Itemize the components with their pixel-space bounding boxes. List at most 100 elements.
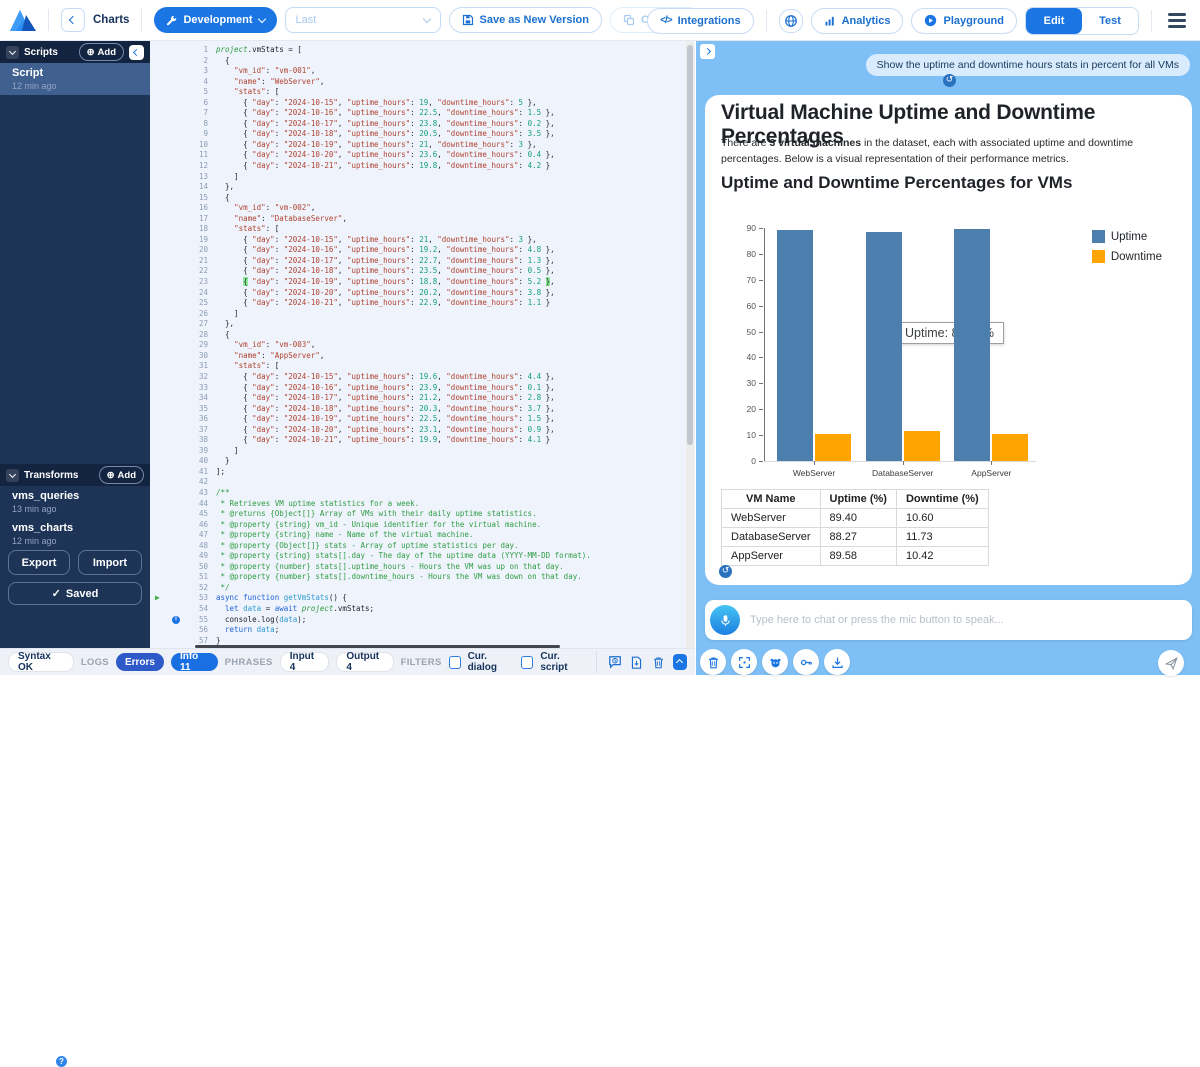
code-line[interactable]: 30 "name": "AppServer", xyxy=(150,351,695,362)
code-line[interactable]: 4 "name": "WebServer", xyxy=(150,77,695,88)
code-line[interactable]: 14 }, xyxy=(150,182,695,193)
code-line[interactable]: 41]; xyxy=(150,467,695,478)
globe-button[interactable] xyxy=(779,9,803,33)
code-line[interactable]: 48 * @property {Object[]} stats - Array … xyxy=(150,541,695,552)
cur-script-checkbox[interactable] xyxy=(521,656,533,669)
uptime-bar-appserver[interactable] xyxy=(954,229,990,461)
version-select[interactable]: Last xyxy=(285,7,441,33)
code-line[interactable]: 6 { "day": "2024-10-15", "uptime_hours":… xyxy=(150,98,695,109)
code-line[interactable]: 51 * @property {number} stats[].downtime… xyxy=(150,572,695,583)
editor-vertical-scrollbar[interactable] xyxy=(686,41,694,648)
chat-send-button[interactable] xyxy=(1158,650,1184,676)
dialog-history-button[interactable] xyxy=(608,654,622,670)
code-line[interactable]: 54 let data = await project.vmStats; xyxy=(150,604,695,615)
chat-download-button[interactable] xyxy=(824,649,850,675)
code-line[interactable]: 13 ] xyxy=(150,172,695,183)
code-line[interactable]: 46 * @property {string} vm_id - Unique i… xyxy=(150,520,695,531)
import-button[interactable]: Import ? xyxy=(78,550,142,575)
code-line[interactable]: 18 "stats": [ xyxy=(150,224,695,235)
sidebar-item-vms-queries[interactable]: vms_queries13 min ago xyxy=(0,486,150,518)
code-line[interactable]: 24 { "day": "2024-10-20", "uptime_hours"… xyxy=(150,288,695,299)
transforms-collapse-icon[interactable] xyxy=(6,469,19,482)
uptime-bar-databaseserver[interactable] xyxy=(866,232,902,461)
code-line[interactable]: 11 { "day": "2024-10-20", "uptime_hours"… xyxy=(150,150,695,161)
code-line[interactable]: 42 xyxy=(150,477,695,488)
code-line[interactable]: 38 { "day": "2024-10-21", "uptime_hours"… xyxy=(150,435,695,446)
uptime-bar-webserver[interactable] xyxy=(777,230,813,461)
save-as-new-version-button[interactable]: Save as New Version xyxy=(449,7,602,33)
input-count-pill[interactable]: Input 4 xyxy=(280,652,330,672)
add-script-button[interactable]: ⊕Add xyxy=(79,43,124,61)
collapse-panel-button[interactable] xyxy=(673,654,687,670)
breadcrumb[interactable]: Charts xyxy=(93,14,129,26)
code-line[interactable]: ▶53async function getVmStats() { xyxy=(150,593,695,604)
info-line-icon[interactable]: i xyxy=(172,616,180,624)
output-count-pill[interactable]: Output 4 xyxy=(336,652,393,672)
code-line[interactable]: 5 "stats": [ xyxy=(150,87,695,98)
message-undo-button[interactable]: ↺ xyxy=(943,74,956,87)
code-line[interactable]: 12 { "day": "2024-10-21", "uptime_hours"… xyxy=(150,161,695,172)
code-line[interactable]: 9 { "day": "2024-10-18", "uptime_hours":… xyxy=(150,129,695,140)
export-log-button[interactable] xyxy=(630,654,644,670)
code-line[interactable]: 3 "vm_id": "vm-001", xyxy=(150,66,695,77)
code-line[interactable]: 33 { "day": "2024-10-16", "uptime_hours"… xyxy=(150,383,695,394)
code-line[interactable]: 39 ] xyxy=(150,446,695,457)
tab-test[interactable]: Test xyxy=(1082,8,1138,34)
code-line[interactable]: 20 { "day": "2024-10-16", "uptime_hours"… xyxy=(150,245,695,256)
add-transform-button[interactable]: ⊕Add xyxy=(99,466,144,484)
development-mode-button[interactable]: Development xyxy=(154,7,276,33)
info-pill[interactable]: Info 11 xyxy=(171,653,218,671)
code-line[interactable]: 16 "vm_id": "vm-002", xyxy=(150,203,695,214)
back-button[interactable] xyxy=(61,8,85,32)
import-help-badge[interactable]: ? xyxy=(56,1056,67,1067)
mic-button[interactable] xyxy=(710,605,740,635)
code-line[interactable]: 29 "vm_id": "vm-003", xyxy=(150,340,695,351)
downtime-bar-databaseserver[interactable] xyxy=(904,431,940,461)
scripts-collapse-icon[interactable] xyxy=(6,46,19,59)
playground-button[interactable]: Playground xyxy=(911,8,1017,34)
errors-pill[interactable]: Errors xyxy=(116,653,164,671)
code-line[interactable]: 43/** xyxy=(150,488,695,499)
analytics-button[interactable]: Analytics xyxy=(811,8,904,34)
code-line[interactable]: 36 { "day": "2024-10-19", "uptime_hours"… xyxy=(150,414,695,425)
delete-log-button[interactable] xyxy=(651,654,665,670)
chat-bot-button[interactable] xyxy=(762,649,788,675)
code-line[interactable]: 10 { "day": "2024-10-19", "uptime_hours"… xyxy=(150,140,695,151)
integrations-button[interactable]: </> Integrations xyxy=(647,8,753,34)
code-line[interactable]: 40 } xyxy=(150,456,695,467)
downtime-bar-webserver[interactable] xyxy=(815,434,851,461)
code-line[interactable]: 50 * @property {number} stats[].uptime_h… xyxy=(150,562,695,573)
downtime-bar-appserver[interactable] xyxy=(992,434,1028,461)
code-line[interactable]: 37 { "day": "2024-10-20", "uptime_hours"… xyxy=(150,425,695,436)
panel-expand-button[interactable] xyxy=(700,44,715,59)
code-line[interactable]: 26 ] xyxy=(150,309,695,320)
code-line[interactable]: 27 }, xyxy=(150,319,695,330)
code-line[interactable]: 44 * Retrieves VM uptime statistics for … xyxy=(150,499,695,510)
code-line[interactable]: 28 { xyxy=(150,330,695,341)
code-line[interactable]: 31 "stats": [ xyxy=(150,361,695,372)
chat-expand-button[interactable] xyxy=(731,649,757,675)
code-line[interactable]: 8 { "day": "2024-10-17", "uptime_hours":… xyxy=(150,119,695,130)
response-undo-button[interactable]: ↺ xyxy=(719,565,732,578)
cur-dialog-checkbox[interactable] xyxy=(449,656,461,669)
code-line[interactable]: 1project.vmStats = [ xyxy=(150,45,695,56)
code-line[interactable]: 2 { xyxy=(150,56,695,67)
code-line[interactable]: 25 { "day": "2024-10-21", "uptime_hours"… xyxy=(150,298,695,309)
code-line[interactable]: 7 { "day": "2024-10-16", "uptime_hours":… xyxy=(150,108,695,119)
code-editor[interactable]: 1project.vmStats = [2 {3 "vm_id": "vm-00… xyxy=(150,41,695,648)
code-line[interactable]: 35 { "day": "2024-10-18", "uptime_hours"… xyxy=(150,404,695,415)
chat-clear-button[interactable] xyxy=(700,649,726,675)
code-line[interactable]: 49 * @property {string} stats[].day - Th… xyxy=(150,551,695,562)
code-line[interactable]: 22 { "day": "2024-10-18", "uptime_hours"… xyxy=(150,266,695,277)
code-line[interactable]: 47 * @property {string} name - Name of t… xyxy=(150,530,695,541)
code-line[interactable]: 32 { "day": "2024-10-15", "uptime_hours"… xyxy=(150,372,695,383)
code-line[interactable]: 21 { "day": "2024-10-17", "uptime_hours"… xyxy=(150,256,695,267)
code-line[interactable]: 23 { "day": "2024-10-19", "uptime_hours"… xyxy=(150,277,695,288)
sidebar-item-vms-charts[interactable]: vms_charts12 min ago xyxy=(0,518,150,550)
code-line[interactable]: 56 return data; xyxy=(150,625,695,636)
code-line[interactable]: 45 * @returns {Object[]} Array of VMs wi… xyxy=(150,509,695,520)
code-line[interactable]: 19 { "day": "2024-10-15", "uptime_hours"… xyxy=(150,235,695,246)
chat-input[interactable]: Type here to chat or press the mic butto… xyxy=(705,600,1192,640)
code-line[interactable]: 15 { xyxy=(150,193,695,204)
sidebar-collapse-button[interactable] xyxy=(129,45,144,60)
